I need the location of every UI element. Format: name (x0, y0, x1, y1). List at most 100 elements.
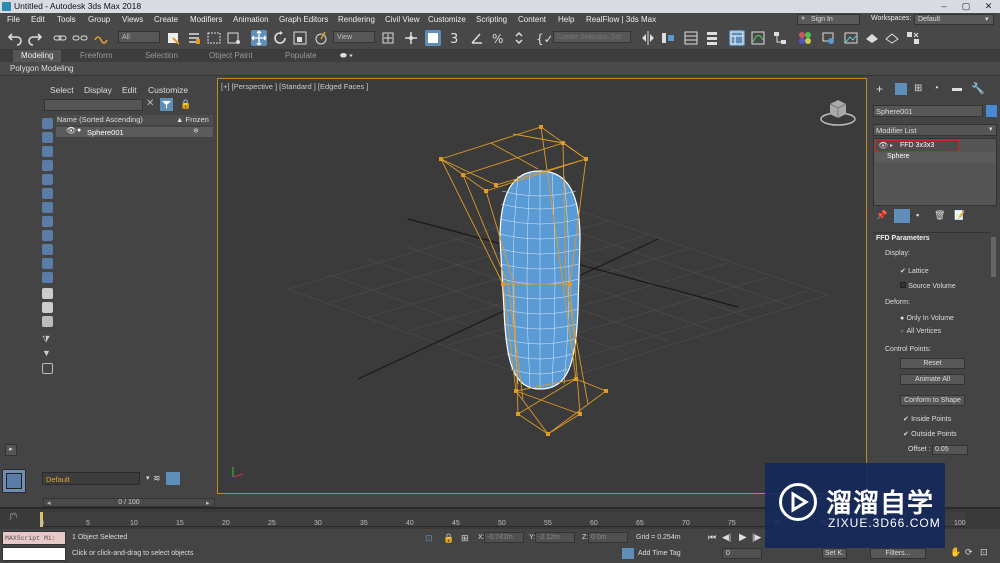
material-editor-icon[interactable] (797, 30, 813, 46)
tab-modeling[interactable]: Modeling (13, 50, 62, 62)
ribbon-options-icon[interactable]: ⬬ ▾ (340, 51, 353, 61)
expand-arrow-icon[interactable]: ▸ (5, 444, 17, 456)
modifier-list-dropdown[interactable]: Modifier List ▾ (873, 124, 997, 136)
display-spacewarps-icon[interactable] (42, 188, 53, 199)
layer-explorer-icon[interactable] (166, 472, 180, 485)
add-time-tag[interactable]: Add Time Tag (638, 550, 681, 557)
configure-modifier-sets-icon[interactable]: 📝 (954, 210, 965, 221)
make-unique-icon[interactable]: ▪ (916, 210, 919, 220)
pivot-center-icon[interactable] (380, 30, 396, 46)
menu-file[interactable]: File (7, 15, 20, 24)
column-frozen[interactable]: ▲ Frozen (176, 115, 209, 124)
modifier-ffd[interactable]: 👁 ▸ FFD 3x3x3 (875, 140, 959, 152)
x-coordinate-field[interactable]: -0.742m (484, 532, 524, 543)
window-crossing-icon[interactable] (226, 30, 242, 46)
source-volume-checkbox[interactable]: Source Volume (900, 281, 956, 290)
layer-dropdown[interactable]: Default ▾ (42, 472, 150, 485)
viewcube-icon[interactable] (818, 94, 858, 128)
z-coordinate-field[interactable]: 0.0m (588, 532, 628, 543)
placement-icon[interactable] (313, 30, 329, 46)
select-object-icon[interactable] (165, 30, 181, 46)
find-icon[interactable]: ⧩ (42, 334, 53, 345)
scene-menu-display[interactable]: Display (84, 85, 112, 95)
outside-points-checkbox[interactable]: ✔ Outside Points (903, 429, 957, 438)
menu-content[interactable]: Content (518, 15, 546, 24)
all-vertices-radio[interactable]: ● All Vertices (900, 326, 941, 335)
link-icon[interactable] (52, 30, 68, 46)
expand-arrow-icon[interactable]: ▸ (890, 142, 893, 149)
conform-to-shape-button[interactable]: Conform to Shape (900, 395, 965, 406)
absolute-mode-icon[interactable]: ⊞ (461, 533, 469, 544)
slider-right-arrow-icon[interactable]: ▸ (206, 499, 210, 507)
layer-explorer-icon[interactable] (704, 30, 720, 46)
display-bones-icon[interactable] (42, 230, 53, 241)
pan-view-icon[interactable]: ✋ (950, 547, 961, 558)
scene-menu-customize[interactable]: Customize (148, 85, 188, 95)
maxscript-output[interactable] (2, 547, 66, 561)
maximize-viewport-icon[interactable]: ⊡ (980, 547, 988, 558)
curve-editor-icon[interactable] (750, 30, 766, 46)
display-lights-icon[interactable] (42, 146, 53, 157)
display-containers-icon[interactable] (42, 244, 53, 255)
maxscript-listener[interactable]: MAXScript Mi: (2, 531, 66, 545)
spinner-snap-icon[interactable] (511, 30, 527, 46)
tab-populate[interactable]: Populate (285, 51, 317, 60)
show-end-result-icon[interactable] (894, 209, 910, 223)
tab-freeform[interactable]: Freeform (80, 51, 112, 60)
inside-points-checkbox[interactable]: ✔ Inside Points (903, 414, 951, 423)
minimize-button[interactable]: – (933, 0, 955, 13)
create-tab-icon[interactable]: + (876, 82, 883, 96)
previous-frame-icon[interactable]: ◀| (722, 532, 731, 543)
display-all-icon[interactable] (42, 288, 53, 299)
freeze-icon[interactable]: ❄ (193, 127, 199, 135)
time-tag-icon[interactable] (622, 548, 634, 559)
polygon-modeling-label[interactable]: Polygon Modeling (10, 64, 74, 73)
animate-all-button[interactable]: Animate All (900, 374, 965, 385)
column-name[interactable]: Name (Sorted Ascending) (57, 115, 143, 124)
select-manipulate-icon[interactable] (403, 30, 419, 46)
display-groups-icon[interactable] (42, 202, 53, 213)
menu-realflow[interactable]: RealFlow | 3ds Max (586, 15, 656, 24)
reset-button[interactable]: Reset (900, 358, 965, 369)
rendered-frame-window-icon[interactable] (843, 30, 859, 46)
angle-snap-icon[interactable] (469, 30, 485, 46)
display-xrefs-icon[interactable] (42, 216, 53, 227)
display-cameras-icon[interactable] (42, 160, 53, 171)
render-iterative-icon[interactable] (884, 30, 900, 46)
mirror-icon[interactable] (640, 30, 656, 46)
modify-tab-icon[interactable] (895, 83, 907, 95)
redo-button[interactable] (27, 30, 43, 46)
pin-stack-icon[interactable]: 📌 (876, 210, 887, 221)
orbit-icon[interactable]: ⟳ (965, 547, 973, 558)
menu-civil-view[interactable]: Civil View (385, 15, 420, 24)
scene-explorer-icon[interactable] (683, 30, 699, 46)
motion-tab-icon[interactable]: ◔ (933, 83, 939, 94)
close-button[interactable]: ✕ (977, 0, 1000, 13)
key-filters-button[interactable]: Filters... (870, 548, 926, 559)
remove-modifier-icon[interactable]: 🗑 (934, 210, 945, 221)
render-setup-icon[interactable] (820, 30, 836, 46)
render-production-icon[interactable] (864, 30, 880, 46)
clear-search-icon[interactable]: ✕ (146, 98, 154, 109)
menu-tools[interactable]: Tools (57, 15, 76, 24)
eye-icon[interactable]: 👁 (66, 126, 76, 135)
bind-space-warp-icon[interactable] (93, 30, 109, 46)
menu-help[interactable]: Help (558, 15, 574, 24)
scene-row-sphere001[interactable]: 👁 ● Sphere001 ❄ (56, 126, 213, 137)
perspective-viewport[interactable]: [+] [Perspective ] [Standard ] [Edged Fa… (217, 78, 867, 494)
object-name-field[interactable]: Sphere001 (873, 105, 983, 117)
display-tab-icon[interactable]: ▬ (952, 83, 962, 94)
filter-funnel-icon[interactable]: ▼ (42, 348, 53, 359)
go-to-start-icon[interactable]: ⏮ (708, 532, 716, 543)
hierarchy-tab-icon[interactable]: ⊞ (914, 83, 922, 94)
layer-stack-icon[interactable]: ≋ (153, 473, 161, 484)
panel-scrollbar[interactable] (991, 237, 996, 277)
edit-named-selection-icon[interactable]: {✓ (535, 30, 554, 46)
scene-menu-edit[interactable]: Edit (122, 85, 137, 95)
display-none-icon[interactable] (42, 302, 53, 313)
selection-filter-dropdown[interactable]: All (118, 31, 160, 43)
menu-scripting[interactable]: Scripting (476, 15, 507, 24)
rotate-icon[interactable] (272, 30, 288, 46)
play-icon[interactable]: ▶ (739, 532, 747, 543)
eye-icon[interactable]: 👁 (878, 141, 888, 150)
